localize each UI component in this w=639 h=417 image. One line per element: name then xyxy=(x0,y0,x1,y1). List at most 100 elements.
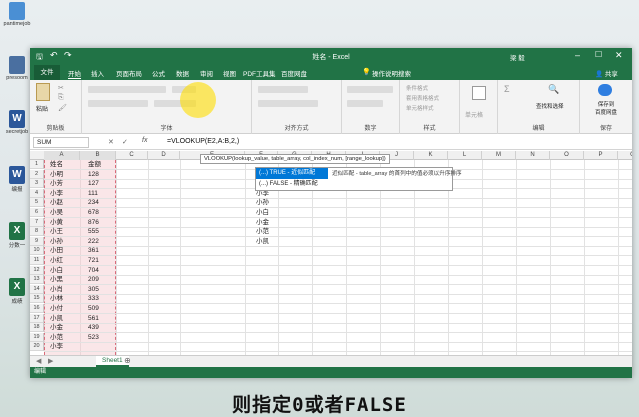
minimize-icon[interactable]: – xyxy=(575,50,580,60)
cell-amount[interactable]: 439 xyxy=(88,323,116,332)
tab-7[interactable]: 视图 xyxy=(223,68,236,78)
fx-icon[interactable]: fx xyxy=(142,137,147,144)
row-header[interactable]: 3 xyxy=(30,179,44,189)
row-header[interactable]: 20 xyxy=(30,342,44,352)
cell-lookup[interactable]: 小白 xyxy=(256,208,296,217)
find-select-button[interactable]: 查找和选择 xyxy=(536,102,564,110)
tab-4[interactable]: 公式 xyxy=(152,68,165,78)
cell-name[interactable]: 小黑 xyxy=(50,275,80,284)
cancel-icon[interactable]: ✕ xyxy=(108,138,114,146)
scroll-right-icon[interactable]: ▶ xyxy=(48,357,53,365)
row-header[interactable]: 13 xyxy=(30,275,44,285)
row-header[interactable]: 10 xyxy=(30,246,44,256)
cell-name[interactable]: 小付 xyxy=(50,304,80,313)
column-header[interactable]: B xyxy=(80,151,116,160)
cell-lookup[interactable] xyxy=(256,266,296,275)
cell-name[interactable]: 小红 xyxy=(50,256,80,265)
cell-lookup[interactable] xyxy=(256,275,296,284)
row-header[interactable]: 16 xyxy=(30,304,44,313)
tab-3[interactable]: 页面布局 xyxy=(116,68,142,78)
cell-amount[interactable]: 509 xyxy=(88,304,116,313)
column-header[interactable]: M xyxy=(482,151,516,160)
paste-icon[interactable] xyxy=(36,83,50,101)
cell-name[interactable]: 小范 xyxy=(50,333,80,342)
row-header[interactable]: 17 xyxy=(30,313,44,323)
tab-1[interactable]: 开始 xyxy=(68,68,81,79)
cell-amount[interactable]: 523 xyxy=(88,333,116,342)
cell-lookup[interactable] xyxy=(256,333,296,342)
desktop-icon[interactable]: Wsecretjob xyxy=(2,110,32,135)
cell-name[interactable]: 小芳 xyxy=(50,179,80,188)
enter-icon[interactable]: ✓ xyxy=(122,138,128,146)
row-header[interactable]: 2 xyxy=(30,169,44,179)
tab-file[interactable]: 文件 xyxy=(34,65,60,80)
tab-6[interactable]: 审阅 xyxy=(200,68,213,78)
cell-lookup[interactable]: 小凯 xyxy=(256,237,296,246)
column-header[interactable]: D xyxy=(148,151,180,160)
cell-lookup[interactable] xyxy=(256,294,296,303)
cell-amount[interactable]: 金额 xyxy=(88,160,116,169)
formula-input[interactable]: =VLOOKUP(E2,A:B,2,) xyxy=(167,138,239,145)
cell-amount[interactable]: 222 xyxy=(88,237,116,246)
row-header[interactable]: 15 xyxy=(30,294,44,304)
cell-name[interactable]: 小田 xyxy=(50,246,80,255)
cell-amount[interactable]: 305 xyxy=(88,285,116,294)
row-header[interactable]: 9 xyxy=(30,236,44,246)
row-header[interactable]: 5 xyxy=(30,198,44,208)
cell-styles-button[interactable]: 单元格样式 xyxy=(406,104,434,112)
find-select-icon[interactable]: 🔍 xyxy=(548,84,559,95)
cell-amount[interactable]: 561 xyxy=(88,314,116,323)
cell-amount[interactable]: 361 xyxy=(88,246,116,255)
share-button[interactable]: 👤 共享 xyxy=(595,68,618,78)
desktop-icon[interactable]: W 编报 xyxy=(2,166,32,193)
row-header[interactable]: 1 xyxy=(30,160,44,169)
row-header[interactable]: 8 xyxy=(30,227,44,237)
tab-2[interactable]: 插入 xyxy=(91,68,104,78)
cell-amount[interactable]: 333 xyxy=(88,294,116,303)
worksheet-grid[interactable]: ABCDEFGHIJKLMNOPQ 1姓名金额2小明1283小芳1274小李11… xyxy=(30,151,632,355)
column-header[interactable]: K xyxy=(414,151,448,160)
cells-button[interactable]: 单元格 xyxy=(465,110,483,119)
cells-icon[interactable] xyxy=(472,86,486,100)
cell-name[interactable]: 姓名 xyxy=(50,160,80,169)
cell-lookup[interactable] xyxy=(256,285,296,294)
cell-lookup[interactable] xyxy=(256,256,296,265)
user-name[interactable]: 梁 毅 xyxy=(510,52,525,62)
format-painter-icon[interactable]: 🖌 xyxy=(58,104,67,112)
autocomplete-true-option[interactable]: (...) TRUE - 近似匹配 xyxy=(256,168,328,179)
tab-5[interactable]: 数据 xyxy=(176,68,189,78)
cut-icon[interactable]: ✂ xyxy=(58,84,64,92)
baidu-cloud-icon[interactable] xyxy=(598,84,612,96)
cell-name[interactable]: 小明 xyxy=(50,170,80,179)
cell-amount[interactable] xyxy=(88,342,116,351)
autocomplete-false-option[interactable]: (...) FALSE - 精确匹配 xyxy=(256,179,452,190)
row-header[interactable]: 6 xyxy=(30,208,44,217)
cell-name[interactable]: 小肖 xyxy=(50,285,80,294)
row-header[interactable]: 11 xyxy=(30,256,44,265)
copy-icon[interactable]: ⎘ xyxy=(58,94,64,102)
cell-name[interactable]: 小凯 xyxy=(50,314,80,323)
row-header[interactable]: 7 xyxy=(30,217,44,227)
tell-me-search[interactable]: 操作说明搜索 xyxy=(372,68,411,78)
cell-name[interactable]: 小黄 xyxy=(50,218,80,227)
cell-lookup[interactable] xyxy=(256,304,296,313)
column-header[interactable]: N xyxy=(516,151,550,160)
column-header[interactable]: O xyxy=(550,151,584,160)
maximize-icon[interactable]: ☐ xyxy=(595,50,602,59)
row-header[interactable]: 19 xyxy=(30,332,44,342)
cell-name[interactable]: 小赵 xyxy=(50,198,80,207)
cell-amount[interactable]: 876 xyxy=(88,218,116,227)
desktop-icon[interactable]: presoom xyxy=(2,56,32,81)
cell-name[interactable]: 小林 xyxy=(50,294,80,303)
autosum-icon[interactable]: Σ xyxy=(504,84,510,94)
desktop-icon[interactable]: X 分数一 xyxy=(2,222,32,249)
cell-name[interactable]: 小吴 xyxy=(50,208,80,217)
save-to-baidu-button[interactable]: 保存到 百度网盘 xyxy=(588,100,624,116)
cell-amount[interactable]: 127 xyxy=(88,179,116,188)
cell-name[interactable]: 小白 xyxy=(50,266,80,275)
add-sheet-icon[interactable]: ⊕ xyxy=(124,356,131,365)
column-header[interactable]: P xyxy=(584,151,618,160)
tab-9[interactable]: 百度网盘 xyxy=(281,68,307,78)
name-box[interactable]: SUM xyxy=(33,137,89,148)
close-icon[interactable]: ✕ xyxy=(615,50,623,61)
